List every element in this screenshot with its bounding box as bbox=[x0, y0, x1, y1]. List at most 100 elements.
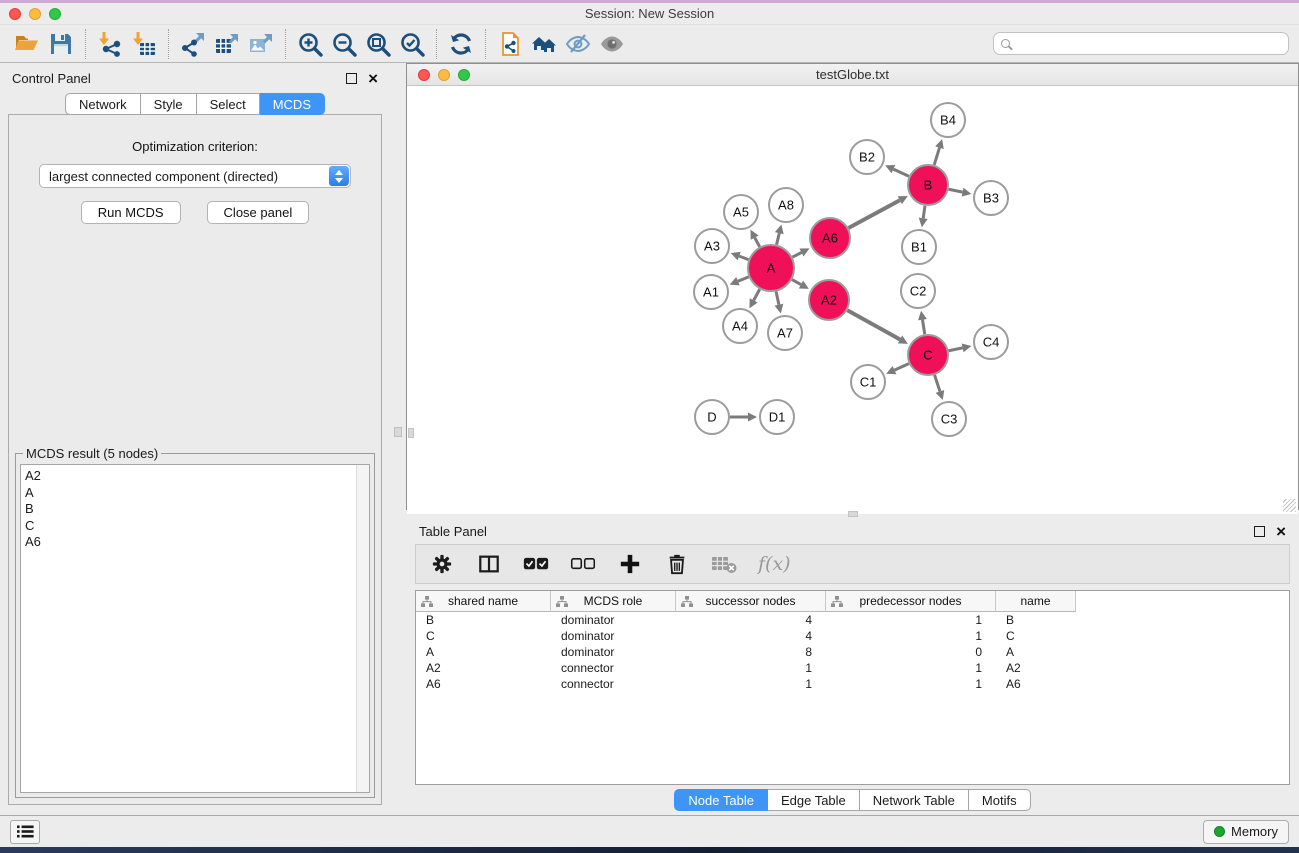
search-input[interactable] bbox=[1010, 33, 1288, 54]
duplicate-network-button[interactable] bbox=[493, 28, 527, 60]
graph-edge-d-d1[interactable] bbox=[730, 413, 757, 422]
close-panel-button[interactable]: Close panel bbox=[207, 201, 310, 224]
graph-edge-a-a6[interactable] bbox=[792, 248, 809, 257]
graph-edge-a2-c[interactable] bbox=[847, 310, 908, 344]
tab-style[interactable]: Style bbox=[141, 93, 197, 115]
tab-motifs[interactable]: Motifs bbox=[969, 789, 1031, 811]
network-graph[interactable]: AA5A8A3A1A4A7A6A2BB2B4B3B1C2CC4C1C3DD1 bbox=[407, 86, 1298, 509]
refresh-view-button[interactable] bbox=[444, 28, 478, 60]
graph-edge-c-c1[interactable] bbox=[886, 364, 909, 375]
import-network-button[interactable] bbox=[93, 28, 127, 60]
tab-mcds[interactable]: MCDS bbox=[260, 93, 325, 115]
graph-edge-a-a8[interactable] bbox=[775, 224, 784, 244]
result-item[interactable]: C bbox=[25, 518, 369, 535]
graph-node-a7[interactable]: A7 bbox=[768, 316, 802, 350]
add-column-button[interactable] bbox=[617, 551, 643, 577]
graph-node-a1[interactable]: A1 bbox=[694, 275, 728, 309]
search-field[interactable] bbox=[993, 32, 1289, 55]
graph-edge-a6-b[interactable] bbox=[848, 196, 907, 228]
graph-node-c4[interactable]: C4 bbox=[974, 325, 1008, 359]
select-all-button[interactable] bbox=[523, 551, 549, 577]
graph-node-b1[interactable]: B1 bbox=[902, 230, 936, 264]
graph-node-c3[interactable]: C3 bbox=[932, 402, 966, 436]
tab-select[interactable]: Select bbox=[197, 93, 260, 115]
graph-node-a8[interactable]: A8 bbox=[769, 188, 803, 222]
graph-edge-a-a2[interactable] bbox=[792, 280, 809, 289]
memory-button[interactable]: Memory bbox=[1203, 820, 1289, 844]
close-panel-icon[interactable]: × bbox=[1276, 526, 1286, 537]
criterion-select[interactable]: largest connected component (directed) bbox=[39, 164, 351, 188]
tab-network[interactable]: Network bbox=[65, 93, 141, 115]
import-table-button[interactable] bbox=[127, 28, 161, 60]
graph-node-c[interactable]: C bbox=[908, 335, 948, 375]
result-item[interactable]: A2 bbox=[25, 468, 369, 485]
zoom-fit-button[interactable] bbox=[361, 28, 395, 60]
column-header-shared-name[interactable]: shared name bbox=[416, 591, 551, 612]
graph-node-b2[interactable]: B2 bbox=[850, 140, 884, 174]
home-views-button[interactable] bbox=[527, 28, 561, 60]
divider-grip[interactable] bbox=[848, 511, 858, 517]
network-canvas[interactable]: AA5A8A3A1A4A7A6A2BB2B4B3B1C2CC4C1C3DD1 bbox=[407, 86, 1298, 514]
graph-edge-b-b4[interactable] bbox=[934, 139, 944, 165]
zoom-selected-button[interactable] bbox=[395, 28, 429, 60]
zoom-in-button[interactable] bbox=[293, 28, 327, 60]
graph-node-d1[interactable]: D1 bbox=[760, 400, 794, 434]
canvas-left-grip[interactable] bbox=[408, 428, 414, 438]
zoom-out-button[interactable] bbox=[327, 28, 361, 60]
divider-grip[interactable] bbox=[394, 427, 402, 437]
graph-edge-c-c2[interactable] bbox=[918, 311, 927, 334]
graph-node-c2[interactable]: C2 bbox=[901, 274, 935, 308]
close-panel-icon[interactable]: × bbox=[368, 73, 378, 84]
float-panel-icon[interactable] bbox=[1254, 526, 1265, 537]
graph-node-a5[interactable]: A5 bbox=[724, 195, 758, 229]
graph-node-b[interactable]: B bbox=[908, 165, 948, 205]
horizontal-split-divider[interactable] bbox=[406, 510, 1299, 518]
task-history-button[interactable] bbox=[10, 820, 40, 844]
graph-edge-b-b2[interactable] bbox=[885, 165, 909, 176]
table-row[interactable]: A6connector11A6 bbox=[416, 676, 1289, 692]
graph-edge-b-b3[interactable] bbox=[949, 188, 972, 197]
graph-edge-c-c4[interactable] bbox=[949, 343, 972, 352]
split-columns-button[interactable] bbox=[476, 551, 502, 577]
result-item[interactable]: B bbox=[25, 501, 369, 518]
show-panel-button[interactable] bbox=[595, 28, 629, 60]
graph-node-a3[interactable]: A3 bbox=[695, 229, 729, 263]
column-header-mcds-role[interactable]: MCDS role bbox=[551, 591, 676, 612]
graph-edge-a-a5[interactable] bbox=[750, 230, 759, 247]
float-panel-icon[interactable] bbox=[346, 73, 357, 84]
result-item[interactable]: A6 bbox=[25, 534, 369, 551]
run-mcds-button[interactable]: Run MCDS bbox=[81, 201, 181, 224]
open-session-button[interactable] bbox=[10, 28, 44, 60]
graph-node-d[interactable]: D bbox=[695, 400, 729, 434]
save-session-button[interactable] bbox=[44, 28, 78, 60]
export-network-button[interactable] bbox=[176, 28, 210, 60]
graph-node-a4[interactable]: A4 bbox=[723, 309, 757, 343]
graph-node-c1[interactable]: C1 bbox=[851, 365, 885, 399]
graph-node-a6[interactable]: A6 bbox=[810, 218, 850, 258]
tab-edge-table[interactable]: Edge Table bbox=[768, 789, 860, 811]
result-item[interactable]: A bbox=[25, 485, 369, 502]
graph-edge-a-a3[interactable] bbox=[731, 252, 749, 260]
graph-node-b4[interactable]: B4 bbox=[931, 103, 965, 137]
graph-edge-a-a7[interactable] bbox=[774, 291, 783, 313]
settings-button[interactable] bbox=[429, 551, 455, 577]
vertical-split-divider[interactable] bbox=[390, 63, 406, 815]
column-header-successor-nodes[interactable]: successor nodes bbox=[676, 591, 826, 612]
graph-edge-c-c3[interactable] bbox=[935, 375, 945, 400]
table-row[interactable]: A2connector11A2 bbox=[416, 660, 1289, 676]
table-row[interactable]: Cdominator41C bbox=[416, 628, 1289, 644]
graph-edge-a-a1[interactable] bbox=[730, 277, 749, 285]
hide-panels-button[interactable] bbox=[561, 28, 595, 60]
graph-edge-b-b1[interactable] bbox=[919, 206, 928, 227]
graph-node-a[interactable]: A bbox=[748, 245, 794, 291]
table-row[interactable]: Adominator80A bbox=[416, 644, 1289, 660]
export-image-button[interactable] bbox=[244, 28, 278, 60]
tab-node-table[interactable]: Node Table bbox=[674, 789, 768, 811]
delete-column-button[interactable] bbox=[664, 551, 690, 577]
graph-edge-a-a4[interactable] bbox=[749, 289, 759, 308]
column-header-predecessor-nodes[interactable]: predecessor nodes bbox=[826, 591, 996, 612]
table-row[interactable]: Bdominator41B bbox=[416, 612, 1289, 628]
export-table-button[interactable] bbox=[210, 28, 244, 60]
column-header-name[interactable]: name bbox=[996, 591, 1076, 612]
graph-node-b3[interactable]: B3 bbox=[974, 181, 1008, 215]
